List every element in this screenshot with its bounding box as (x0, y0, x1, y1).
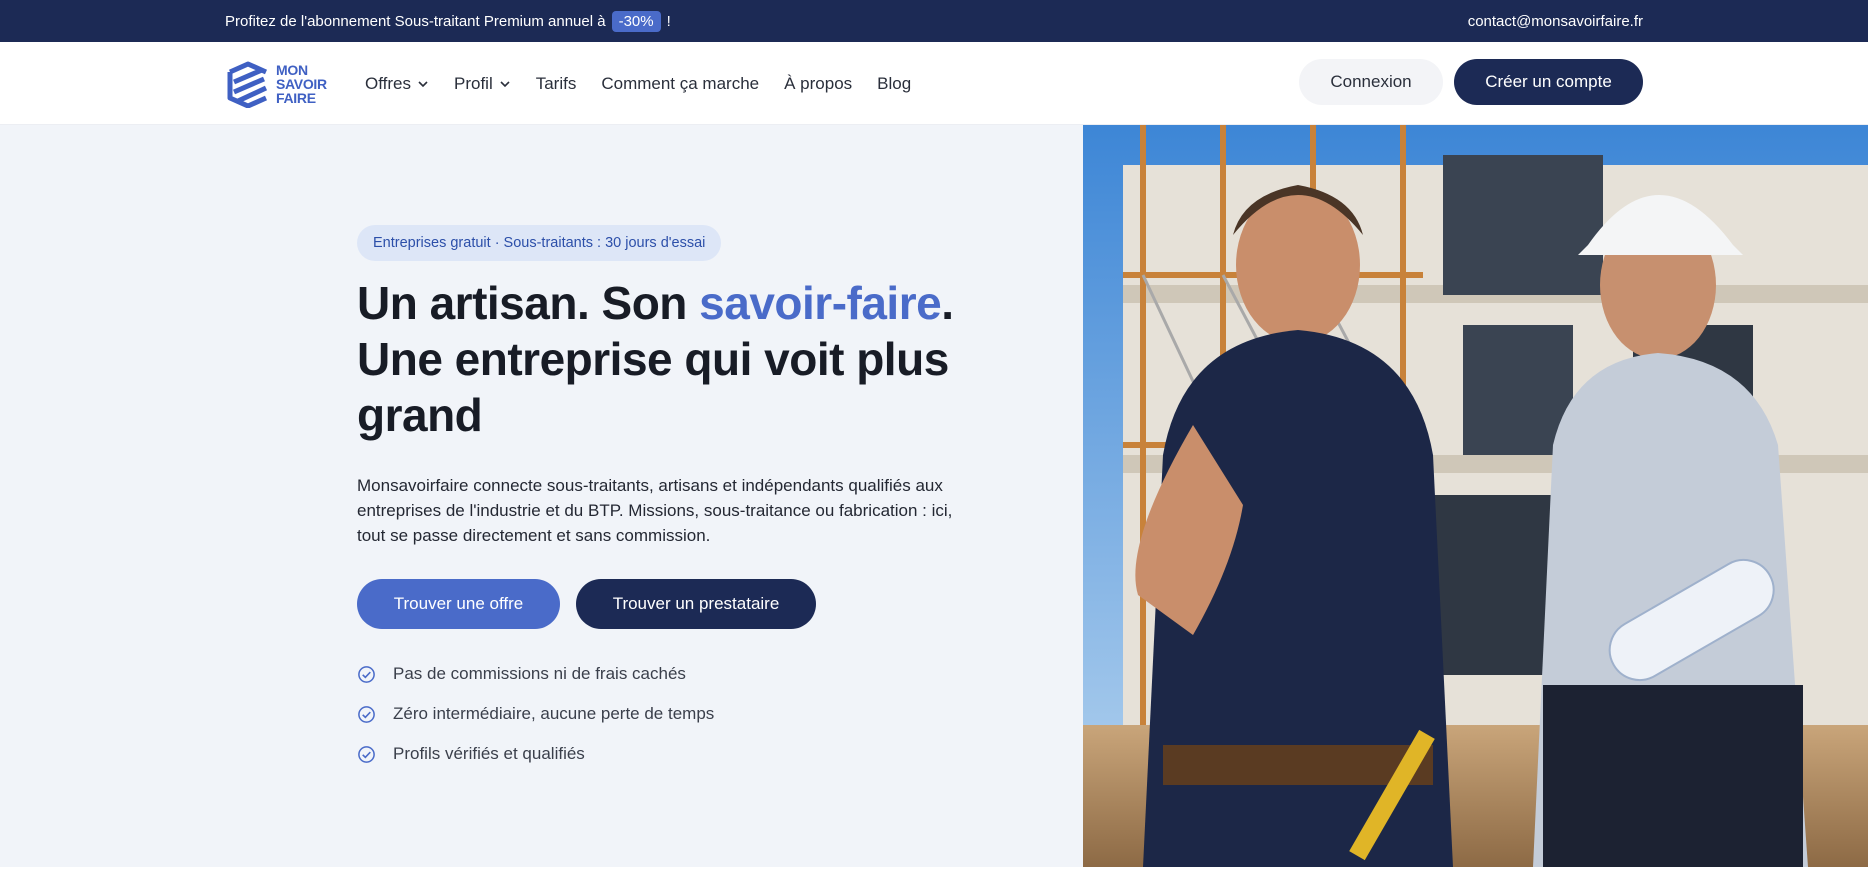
headline-part-1: Un artisan. Son (357, 277, 700, 329)
nav-label: Offres (365, 73, 411, 93)
benefit-text: Pas de commissions ni de frais cachés (393, 664, 686, 683)
promo-bar: Profitez de l'abonnement Sous-traitant P… (0, 0, 1868, 42)
workers-photo-illustration (1083, 125, 1868, 867)
logo-line-3: FAIRE (276, 90, 316, 106)
nav-label: Comment ça marche (601, 73, 760, 93)
logo-line-2: SAVOIR (276, 76, 327, 92)
list-item: Profils vérifiés et qualifiés (357, 742, 714, 766)
main-nav: MON SAVOIR FAIRE Offres Profil Tarifs Co… (0, 42, 1868, 125)
page-footer-strip (0, 867, 1868, 891)
chevron-down-icon (500, 80, 510, 87)
nav-label: Profil (453, 73, 493, 93)
promo-message: Profitez de l'abonnement Sous-traitant P… (225, 0, 671, 42)
nav-item-comment-ca-marche[interactable]: Comment ça marche (601, 74, 759, 94)
nav-item-profil[interactable]: Profil (454, 74, 511, 94)
hero-description: Monsavoirfaire connecte sous-traitants, … (357, 476, 953, 545)
discount-badge: -30% (611, 10, 661, 32)
hero-photo (1083, 125, 1868, 867)
nav-item-blog[interactable]: Blog (877, 74, 911, 94)
chevron-down-icon (418, 80, 428, 87)
list-item: Zéro intermédiaire, aucune perte de temp… (357, 702, 714, 726)
nav-item-tarifs[interactable]: Tarifs (536, 74, 577, 94)
logo[interactable]: MON SAVOIR FAIRE (226, 59, 336, 109)
promo-text: Profitez de l'abonnement Sous-traitant P… (225, 12, 606, 30)
check-circle-icon (358, 665, 375, 683)
trial-pill: Entreprises gratuit · Sous-traitants : 3… (357, 225, 722, 261)
benefits-list: Pas de commissions ni de frais cachés Zé… (357, 662, 714, 766)
logo-icon (227, 61, 268, 108)
logo-line-1: MON (276, 62, 308, 78)
login-button[interactable]: Connexion (1299, 59, 1443, 105)
check-circle-icon (358, 705, 375, 723)
benefit-text: Profils vérifiés et qualifiés (393, 744, 585, 763)
nav-label: Blog (877, 73, 912, 93)
find-provider-button[interactable]: Trouver un prestataire (576, 579, 816, 629)
check-circle-icon (358, 745, 375, 763)
contact-email-link[interactable]: contact@monsavoirfaire.fr (1468, 0, 1643, 42)
benefit-text: Zéro intermédiaire, aucune perte de temp… (393, 704, 715, 723)
headline-accent: savoir-faire (699, 277, 942, 329)
nav-item-a-propos[interactable]: À propos (784, 74, 852, 94)
find-offer-button[interactable]: Trouver une offre (357, 579, 560, 629)
nav-label: Tarifs (535, 73, 577, 93)
nav-item-offres[interactable]: Offres (365, 74, 429, 94)
signup-button[interactable]: Créer un compte (1454, 59, 1643, 105)
logo-text: MON SAVOIR FAIRE (276, 63, 327, 105)
nav-menu: Offres Profil Tarifs Comment ça marche À… (365, 42, 911, 125)
hero-headline: Un artisan. Son savoir-faire. Une entrep… (357, 275, 997, 443)
list-item: Pas de commissions ni de frais cachés (357, 662, 714, 686)
promo-text-end: ! (666, 12, 671, 30)
nav-label: À propos (784, 73, 853, 93)
